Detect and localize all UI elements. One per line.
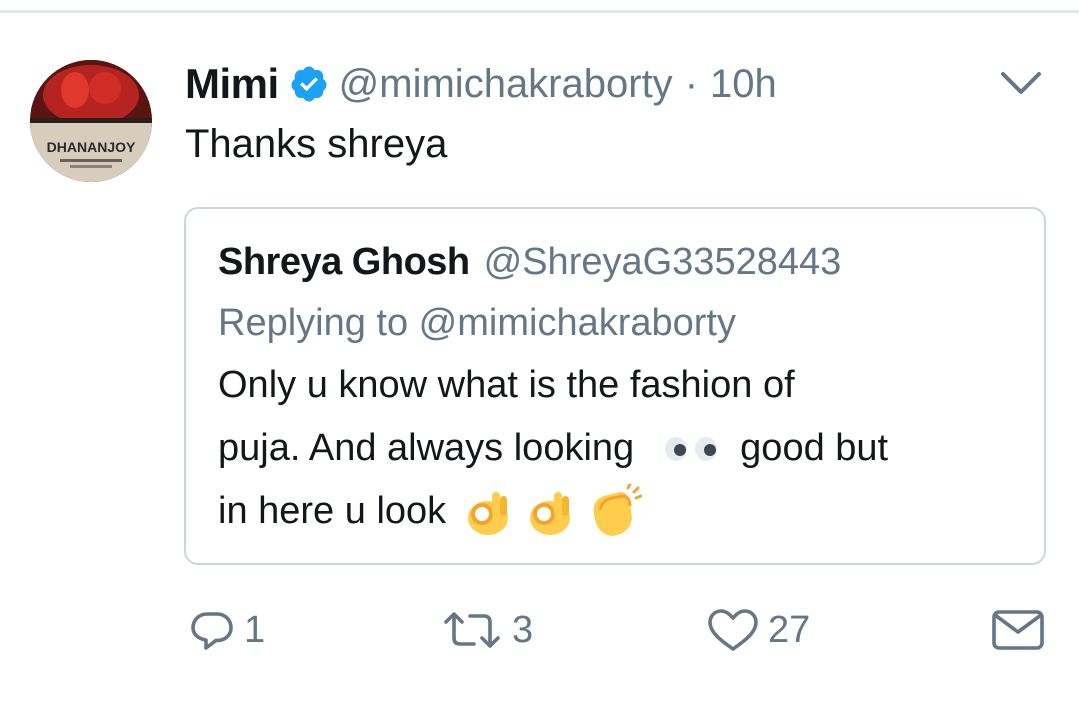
ok-hand-emoji: [468, 491, 509, 535]
replying-to: Replying to @mimichakraborty: [218, 302, 736, 344]
quoted-line-2b: good but: [740, 427, 889, 469]
ok-hand-emoji: [530, 491, 571, 535]
top-divider: [0, 10, 1079, 13]
direct-message-icon: [992, 610, 1044, 650]
quoted-line-3: in here u look: [218, 490, 447, 532]
reply-icon: [191, 612, 233, 650]
like-count: 27: [768, 608, 811, 651]
separator-dot: ·: [684, 61, 699, 106]
quoted-line-1: Only u know what is the fashion of: [218, 364, 795, 406]
quoted-tweet-card[interactable]: Shreya Ghosh @ShreyaG33528443 Replying t…: [184, 207, 1046, 565]
tweet-actions: 1 3 27: [0, 600, 1079, 660]
chevron-down-icon[interactable]: [997, 68, 1045, 98]
reply-button[interactable]: 1: [188, 600, 265, 660]
verified-badge-icon: [291, 66, 327, 102]
quoted-handle: @ShreyaG33528443: [483, 241, 842, 283]
like-icon: [708, 609, 758, 651]
retweet-count: 3: [512, 608, 534, 651]
retweet-icon: [444, 612, 500, 648]
tweet-header: Mimi @mimichakraborty · 10h: [185, 58, 777, 110]
tweet-text: Thanks shreya: [185, 122, 448, 166]
quoted-line: puja. And always looking good but: [218, 417, 1018, 480]
direct-message-button[interactable]: [990, 600, 1046, 660]
quoted-text: Only u know what is the fashion of puja.…: [218, 354, 1018, 543]
avatar-text: DHANANJOY: [47, 139, 136, 155]
clapping-hands-emoji: [593, 483, 643, 536]
display-name[interactable]: Mimi: [185, 60, 279, 108]
eyes-emoji: [665, 436, 718, 461]
quoted-line: Only u know what is the fashion of: [218, 354, 1018, 417]
quoted-header: Shreya Ghosh @ShreyaG33528443: [218, 241, 841, 284]
quoted-line-2a: puja. And always looking: [218, 427, 635, 469]
reply-count: 1: [244, 608, 266, 651]
timestamp[interactable]: 10h: [710, 62, 777, 107]
quoted-display-name: Shreya Ghosh: [218, 241, 470, 283]
quoted-line: in here u look: [218, 480, 1018, 543]
avatar[interactable]: DHANANJOY: [30, 60, 152, 182]
like-button[interactable]: 27: [706, 600, 810, 660]
retweet-button[interactable]: 3: [440, 600, 533, 660]
handle[interactable]: @mimichakraborty: [339, 62, 673, 107]
